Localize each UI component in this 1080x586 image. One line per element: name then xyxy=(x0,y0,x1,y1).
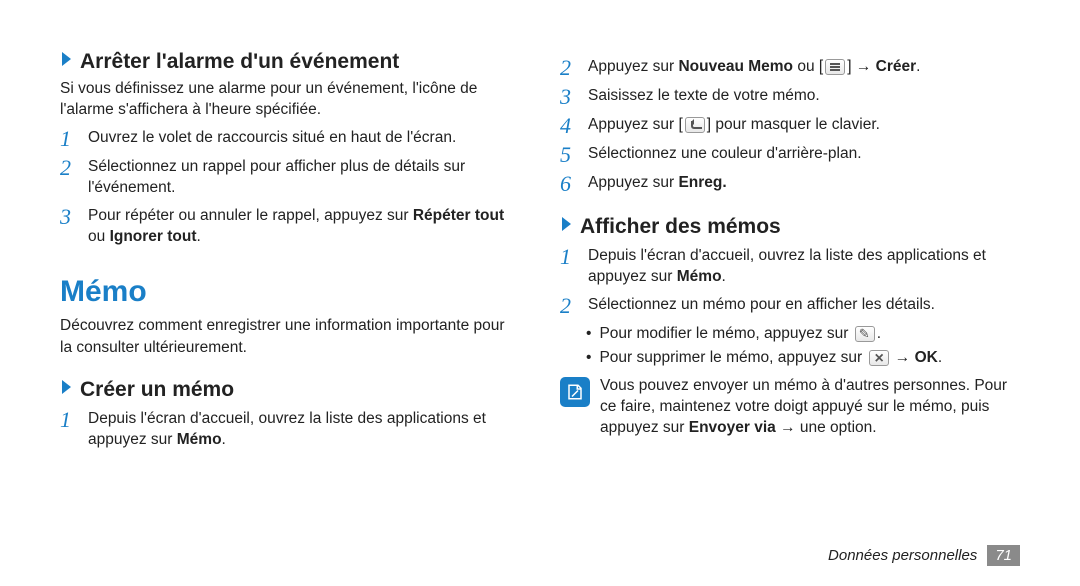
intro-memo: Découvrez comment enregistrer une inform… xyxy=(60,315,520,358)
step-item: 1 Depuis l'écran d'accueil, ouvrez la li… xyxy=(60,408,520,451)
step-number: 2 xyxy=(560,56,578,79)
steps-create-memo-cont: 2 Appuyez sur Nouveau Memo ou [] → Créer… xyxy=(560,56,1020,195)
step-number: 6 xyxy=(560,172,578,195)
step-number: 3 xyxy=(560,85,578,108)
step-item: 4 Appuyez sur [] pour masquer le clavier… xyxy=(560,114,1020,137)
step-text: Sélectionnez un mémo pour en afficher le… xyxy=(588,294,1020,317)
step-item: 2 Sélectionnez un mémo pour en afficher … xyxy=(560,294,1020,317)
right-column: 2 Appuyez sur Nouveau Memo ou [] → Créer… xyxy=(560,50,1020,457)
step-number: 1 xyxy=(60,408,78,451)
note-icon xyxy=(560,377,590,407)
step-number: 1 xyxy=(560,245,578,288)
heading-stop-alarm-text: Arrêter l'alarme d'un événement xyxy=(80,50,399,74)
step-text: Sélectionnez une couleur d'arrière-plan. xyxy=(588,143,1020,166)
chevron-icon xyxy=(60,378,74,402)
intro-stop-alarm: Si vous définissez une alarme pour un év… xyxy=(60,78,520,121)
step-text: Appuyez sur Nouveau Memo ou [] → Créer. xyxy=(588,56,1020,79)
heading-view-memos-text: Afficher des mémos xyxy=(580,215,781,239)
heading-memo: Mémo xyxy=(60,275,520,309)
step-text: Pour répéter ou annuler le rappel, appuy… xyxy=(88,205,520,248)
bullets-view-memos: Pour modifier le mémo, appuyez sur . Pou… xyxy=(586,323,1020,369)
step-item: 1 Depuis l'écran d'accueil, ouvrez la li… xyxy=(560,245,1020,288)
step-text: Appuyez sur [] pour masquer le clavier. xyxy=(588,114,1020,137)
heading-stop-alarm: Arrêter l'alarme d'un événement xyxy=(60,50,520,74)
bullet-item: Pour supprimer le mémo, appuyez sur → OK… xyxy=(586,347,1020,368)
step-item: 2 Sélectionnez un rappel pour afficher p… xyxy=(60,156,520,199)
heading-create-memo-text: Créer un mémo xyxy=(80,378,234,402)
chevron-icon xyxy=(60,50,74,74)
note-row: Vous pouvez envoyer un mémo à d'autres p… xyxy=(560,375,1020,439)
step-number: 3 xyxy=(60,205,78,248)
step-number: 2 xyxy=(560,294,578,317)
bullet-dot xyxy=(586,323,591,344)
back-icon xyxy=(685,117,705,133)
step-text: Sélectionnez un rappel pour afficher plu… xyxy=(88,156,520,199)
left-column: Arrêter l'alarme d'un événement Si vous … xyxy=(60,50,520,457)
footer-section-label: Données personnelles xyxy=(828,547,977,564)
step-item: 6 Appuyez sur Enreg. xyxy=(560,172,1020,195)
page-footer: Données personnelles 71 xyxy=(828,545,1020,566)
bullet-dot xyxy=(586,347,591,368)
close-icon xyxy=(869,350,889,366)
steps-view-memos: 1 Depuis l'écran d'accueil, ouvrez la li… xyxy=(560,245,1020,317)
page-number: 71 xyxy=(987,545,1020,566)
step-text: Saisissez le texte de votre mémo. xyxy=(588,85,1020,108)
step-number: 2 xyxy=(60,156,78,199)
step-number: 1 xyxy=(60,127,78,150)
chevron-icon xyxy=(560,215,574,239)
page-columns: Arrêter l'alarme d'un événement Si vous … xyxy=(60,50,1020,457)
bullet-text: Pour supprimer le mémo, appuyez sur → OK… xyxy=(599,347,942,368)
heading-create-memo: Créer un mémo xyxy=(60,378,520,402)
steps-stop-alarm: 1 Ouvrez le volet de raccourcis situé en… xyxy=(60,127,520,248)
bullet-item: Pour modifier le mémo, appuyez sur . xyxy=(586,323,1020,344)
step-item: 3 Pour répéter ou annuler le rappel, app… xyxy=(60,205,520,248)
step-item: 1 Ouvrez le volet de raccourcis situé en… xyxy=(60,127,520,150)
step-text: Depuis l'écran d'accueil, ouvrez la list… xyxy=(588,245,1020,288)
heading-view-memos: Afficher des mémos xyxy=(560,215,1020,239)
steps-create-memo: 1 Depuis l'écran d'accueil, ouvrez la li… xyxy=(60,408,520,451)
step-number: 4 xyxy=(560,114,578,137)
step-text: Appuyez sur Enreg. xyxy=(588,172,1020,195)
pencil-icon xyxy=(855,326,875,342)
step-number: 5 xyxy=(560,143,578,166)
menu-icon xyxy=(825,59,845,75)
step-item: 3 Saisissez le texte de votre mémo. xyxy=(560,85,1020,108)
bullet-text: Pour modifier le mémo, appuyez sur . xyxy=(599,323,881,344)
step-text: Ouvrez le volet de raccourcis situé en h… xyxy=(88,127,520,150)
step-item: 5 Sélectionnez une couleur d'arrière-pla… xyxy=(560,143,1020,166)
step-item: 2 Appuyez sur Nouveau Memo ou [] → Créer… xyxy=(560,56,1020,79)
step-text: Depuis l'écran d'accueil, ouvrez la list… xyxy=(88,408,520,451)
note-text: Vous pouvez envoyer un mémo à d'autres p… xyxy=(600,375,1020,439)
